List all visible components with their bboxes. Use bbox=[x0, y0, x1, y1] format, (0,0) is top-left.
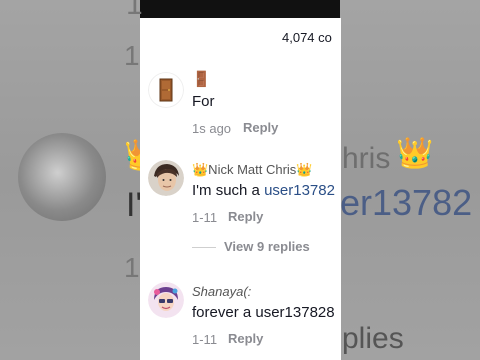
comment-time: 1-11 bbox=[192, 332, 218, 347]
reply-button[interactable]: Reply bbox=[228, 331, 263, 346]
comment-item: Shanaya(: forever a user137828 1-11 Repl… bbox=[140, 280, 341, 360]
bg-text-replies: plies bbox=[342, 322, 404, 355]
comment-time: 1s ago bbox=[192, 121, 232, 136]
comment-item: 🚪 For 1s ago Reply bbox=[140, 70, 341, 140]
bg-text-row4: 1 bbox=[124, 252, 140, 283]
video-frame-top bbox=[140, 0, 340, 18]
comment-time: 1-11 bbox=[192, 210, 218, 225]
reply-button[interactable]: Reply bbox=[228, 209, 263, 224]
comment-text: For bbox=[192, 93, 215, 110]
bg-crown-right: 👑 bbox=[396, 137, 434, 170]
bg-avatar bbox=[18, 133, 106, 221]
comment-item: 👑Nick Matt Chris👑 I'm such a user13782 1… bbox=[140, 158, 341, 258]
sheet-header: 4,074 co bbox=[140, 30, 341, 48]
bg-text-row2: 1 bbox=[124, 40, 140, 71]
view-replies-label: View 9 replies bbox=[224, 239, 310, 254]
person-photo[interactable] bbox=[148, 160, 184, 196]
view-replies-button[interactable]: View 9 replies bbox=[192, 239, 310, 254]
cartoon-avatar[interactable] bbox=[148, 282, 184, 318]
reply-button[interactable]: Reply bbox=[243, 120, 278, 135]
bg-text-user: er13782 bbox=[340, 182, 473, 223]
replies-divider bbox=[192, 247, 216, 249]
comment-text-prefix: I'm such a bbox=[192, 182, 265, 199]
comment-count: 4,074 co bbox=[282, 30, 332, 45]
door-icon[interactable] bbox=[148, 72, 184, 108]
bg-text-name: hris bbox=[342, 142, 391, 175]
user-mention-link[interactable]: user13782 bbox=[264, 182, 335, 199]
comment-sheet: 4,074 co 🚪 For 1s ago Reply 👑Nick Matt C… bbox=[140, 18, 341, 360]
comment-text: I'm such a user13782 bbox=[192, 182, 335, 199]
comment-author[interactable]: 🚪 bbox=[192, 70, 211, 88]
comment-author[interactable]: 👑Nick Matt Chris👑 bbox=[192, 162, 313, 178]
comment-author[interactable]: Shanaya(: bbox=[192, 284, 251, 299]
comment-text: forever a user137828 bbox=[192, 304, 335, 321]
